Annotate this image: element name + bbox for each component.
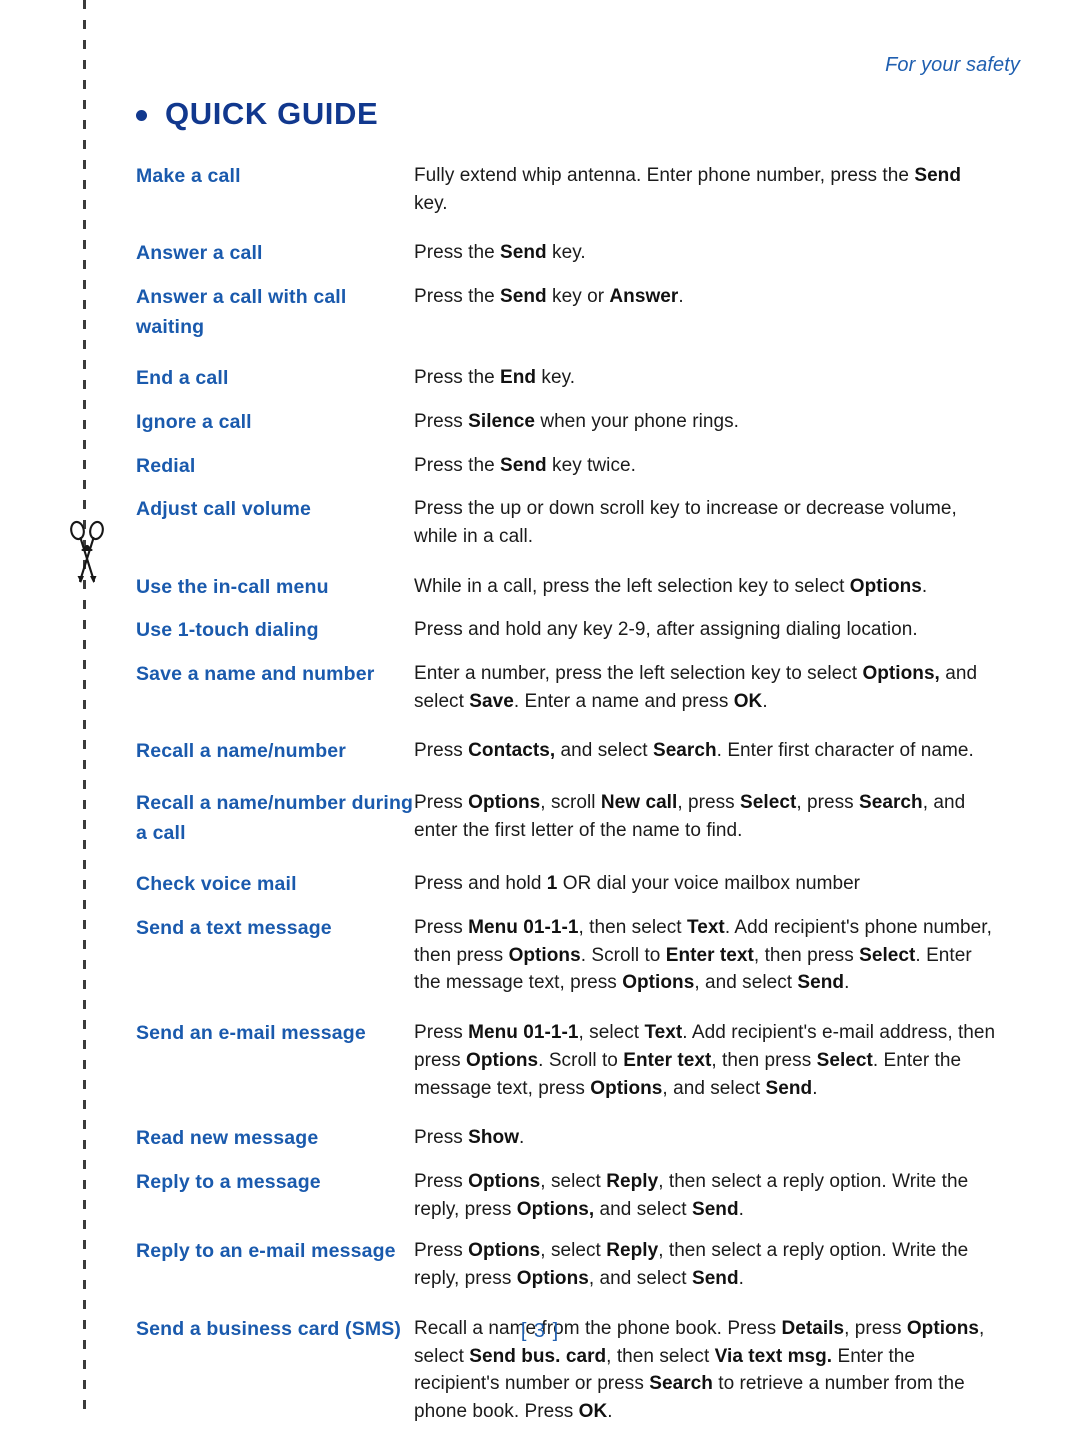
guide-task-label: Save a name and number — [136, 662, 375, 685]
guide-task-instructions: Press and hold 1 OR dial your voice mail… — [414, 873, 861, 895]
guide-task-instructions: Press Options, scroll New call, press Se… — [414, 792, 966, 841]
guide-task-instructions: Press the Send key or Answer. — [414, 286, 684, 308]
tear-off-dashed-line — [83, 0, 86, 1412]
guide-task-instructions: Press the Send key. — [414, 242, 586, 264]
table-row: Send an e-mail message Press Menu 01-1-1,… — [136, 1019, 996, 1102]
guide-task-label: Redial — [136, 454, 196, 477]
table-row: Use 1-touch dialing Press and hold any ke… — [136, 616, 996, 646]
table-row: Adjust call volume Press the up or down s… — [136, 495, 996, 550]
table-row: Use the in-call menu While in a call, pre… — [136, 573, 996, 603]
guide-task-label: Answer a call — [136, 242, 263, 265]
table-row: Ignore a call Press Silence when your pho… — [136, 408, 996, 438]
guide-task-instructions: Enter a number, press the left selection… — [414, 662, 978, 712]
guide-task-label: Make a call — [136, 165, 241, 187]
guide-task-label: End a call — [136, 367, 229, 390]
page-title: QUICK GUIDE — [136, 98, 378, 129]
guide-task-instructions: Press Menu 01-1-1, then select Text. Add… — [414, 916, 992, 994]
table-row: Answer a call with call waiting Press the… — [136, 283, 996, 342]
guide-task-label: Adjust call volume — [136, 498, 311, 521]
guide-task-instructions: Press the Send key twice. — [414, 454, 636, 476]
scissors-icon — [70, 520, 104, 583]
guide-task-label: Read new message — [136, 1127, 319, 1150]
guide-task-instructions: Press the up or down scroll key to incre… — [414, 498, 957, 547]
running-head: For your safety — [885, 54, 1020, 76]
table-row: Answer a call Press the Send key. — [136, 239, 996, 269]
table-row: Check voice mail Press and hold 1 OR dial… — [136, 870, 996, 900]
guide-task-label: Send an e-mail message — [136, 1022, 366, 1045]
table-row: Recall a name/number during a call Press … — [136, 789, 996, 848]
table-row: End a call Press the End key. — [136, 364, 996, 394]
guide-task-instructions: Press Options, select Reply, then select… — [414, 1240, 969, 1290]
guide-task-label: Recall a name/number during a call — [136, 792, 414, 844]
table-row: Reply to a message Press Options, select … — [136, 1168, 996, 1223]
guide-task-label: Answer a call with call waiting — [136, 286, 347, 338]
guide-task-label: Reply to a message — [136, 1170, 321, 1193]
guide-task-instructions: Fully extend whip antenna. Enter phone n… — [414, 165, 961, 214]
guide-task-instructions: Press Options, select Reply, then select… — [414, 1170, 969, 1220]
guide-task-label: Check voice mail — [136, 873, 297, 896]
table-row: Send a text message Press Menu 01-1-1, th… — [136, 914, 996, 997]
guide-task-instructions: Press Show. — [414, 1127, 525, 1149]
guide-task-instructions: Press Silence when your phone rings. — [414, 410, 739, 432]
table-row: Read new message Press Show. — [136, 1124, 996, 1154]
bullet-dot-icon — [136, 110, 147, 121]
table-row: Redial Press the Send key twice. — [136, 452, 996, 482]
table-row: Reply to an e-mail message Press Options,… — [136, 1237, 996, 1292]
guide-task-instructions: Press Menu 01-1-1, select Text. Add reci… — [414, 1022, 996, 1099]
guide-task-label: Reply to an e-mail message — [136, 1240, 396, 1263]
page-number: [ 3 ] — [520, 1320, 560, 1342]
guide-task-instructions: Press and hold any key 2-9, after assign… — [414, 619, 918, 641]
table-row: Make a call Fully extend whip antenna. En… — [136, 162, 996, 217]
guide-task-instructions: Press Contacts, and select Search. Enter… — [414, 740, 974, 762]
guide-task-instructions: While in a call, press the left selectio… — [414, 575, 928, 597]
page-title-text: QUICK GUIDE — [165, 96, 379, 131]
table-row: Recall a name/number Press Contacts, and … — [136, 737, 996, 767]
guide-task-label: Use 1-touch dialing — [136, 619, 319, 642]
guide-task-instructions: Press the End key. — [414, 367, 576, 389]
quick-guide-table: Make a call Fully extend whip antenna. En… — [136, 162, 996, 1448]
guide-task-label: Ignore a call — [136, 410, 252, 433]
guide-task-label: Recall a name/number — [136, 740, 346, 763]
guide-task-label: Use the in-call menu — [136, 575, 329, 598]
guide-task-label: Send a text message — [136, 916, 332, 939]
table-row: Save a name and number Enter a number, pr… — [136, 660, 996, 715]
